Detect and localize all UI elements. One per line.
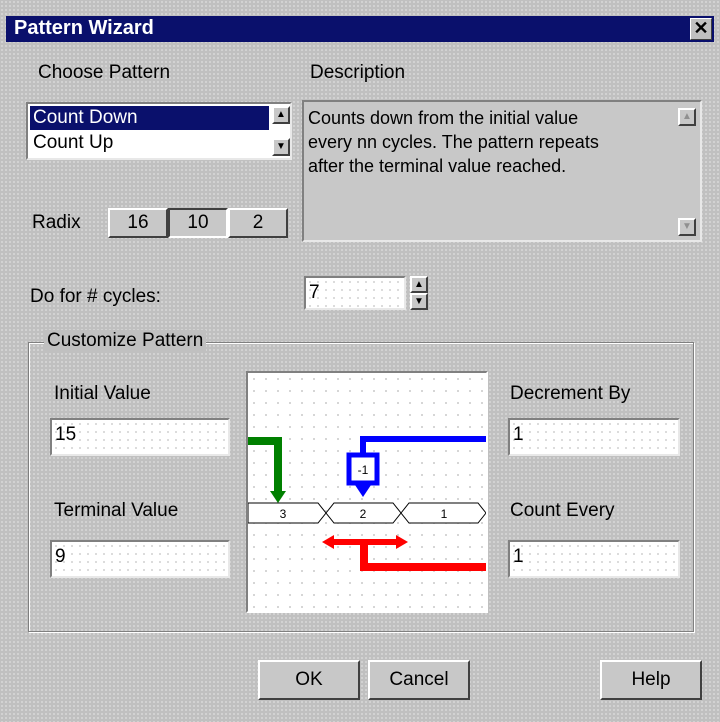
cycles-label: Do for # cycles: xyxy=(30,286,161,307)
decrement-box-label: -1 xyxy=(358,463,369,477)
pattern-listbox[interactable]: Count Down Count Up ▲ ▼ xyxy=(26,102,292,160)
count-every-input[interactable]: 1 xyxy=(508,540,680,578)
cycles-input[interactable]: 7 xyxy=(304,276,406,310)
segment-1-label: 1 xyxy=(441,507,448,521)
title-bar: Pattern Wizard ✕ xyxy=(6,16,714,42)
description-line-1: Counts down from the initial value xyxy=(308,108,579,128)
radix-10-button[interactable]: 10 xyxy=(168,208,228,238)
description-label: Description xyxy=(310,62,406,83)
cancel-button[interactable]: Cancel xyxy=(368,660,470,700)
desc-scroll-down-icon[interactable]: ▼ xyxy=(678,218,696,236)
desc-scroll-up-icon[interactable]: ▲ xyxy=(678,108,696,126)
close-icon[interactable]: ✕ xyxy=(690,18,712,40)
segment-3-label: 3 xyxy=(280,507,287,521)
count-every-label: Count Every xyxy=(510,500,615,521)
decrement-arrow: -1 xyxy=(346,436,486,497)
initial-value-input[interactable]: 15 xyxy=(50,418,230,456)
choose-pattern-label: Choose Pattern xyxy=(38,62,171,83)
decrement-by-label: Decrement By xyxy=(510,383,631,404)
terminal-value-input[interactable]: 9 xyxy=(50,540,230,578)
pattern-diagram: -1 3 2 1 xyxy=(246,371,488,613)
pattern-wizard-dialog: Pattern Wizard ✕ Choose Pattern Count Do… xyxy=(0,0,720,722)
scroll-up-icon[interactable]: ▲ xyxy=(272,106,290,124)
help-button[interactable]: Help xyxy=(600,660,702,700)
description-box: Counts down from the initial value every… xyxy=(302,100,702,242)
terminal-value-label: Terminal Value xyxy=(54,500,179,521)
list-item-count-up[interactable]: Count Up xyxy=(30,131,269,155)
count-every-arrow xyxy=(322,535,486,571)
initial-value-label: Initial Value xyxy=(54,383,151,404)
radix-2-button[interactable]: 2 xyxy=(228,208,288,238)
pattern-diagram-svg: -1 3 2 1 xyxy=(248,436,486,571)
cycles-down-icon[interactable]: ▼ xyxy=(410,293,428,310)
list-item-count-down[interactable]: Count Down xyxy=(30,106,269,130)
radix-16-button[interactable]: 16 xyxy=(108,208,168,238)
radix-label: Radix xyxy=(32,212,81,233)
customize-pattern-title: Customize Pattern xyxy=(44,330,207,352)
description-line-2: every nn cycles. The pattern repeats xyxy=(308,132,599,152)
segment-2-label: 2 xyxy=(360,507,367,521)
scroll-down-icon[interactable]: ▼ xyxy=(272,138,290,156)
window-title: Pattern Wizard xyxy=(14,17,154,39)
decrement-by-input[interactable]: 1 xyxy=(508,418,680,456)
cycles-up-icon[interactable]: ▲ xyxy=(410,276,428,293)
description-line-3: after the terminal value reached. xyxy=(308,156,567,176)
ok-button[interactable]: OK xyxy=(258,660,360,700)
initial-value-arrow xyxy=(248,437,286,503)
